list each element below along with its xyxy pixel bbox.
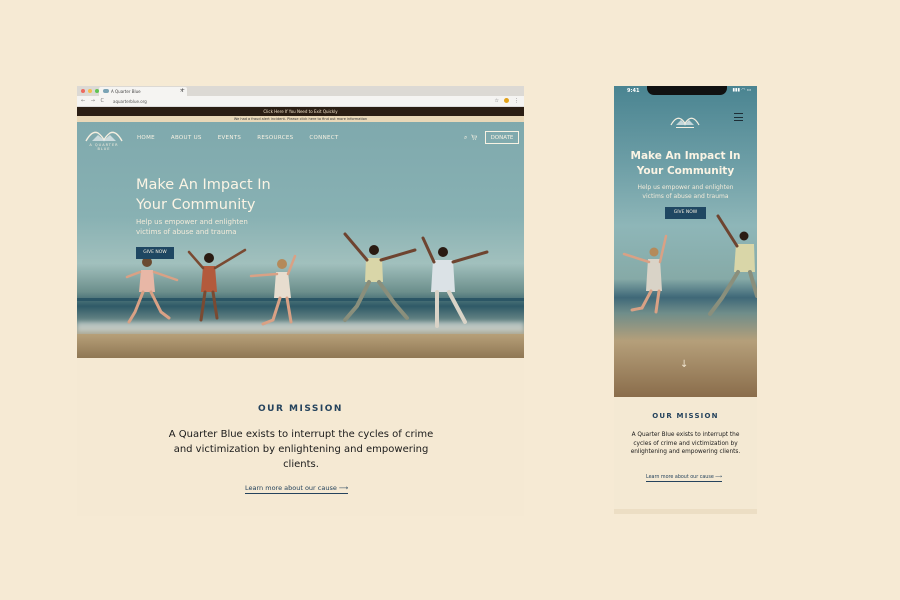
nav-item-connect[interactable]: CONNECT [309,135,338,141]
hero-photo-people [125,232,489,328]
browser-menu-icon[interactable]: ⋮ [514,98,519,104]
donate-button[interactable]: DONATE [485,131,519,144]
phone-hero-title: Make An Impact In Your Community [630,150,741,177]
search-icon[interactable]: ⌕ [464,134,467,142]
header-icons: ⌕ [464,134,478,142]
minimize-window-button[interactable] [88,89,92,93]
mission-text: A Quarter Blue exists to interrupt the c… [168,429,434,470]
phone-mockup: 9:41 ▮▮▮ ◠ ▭ Make An Impact In Your Comm… [614,86,757,514]
hero-title: Make An Impact In Your Community [136,177,271,213]
phone-mission-section: OUR MISSION A Quarter Blue exists to int… [614,397,757,514]
cart-icon[interactable] [471,134,478,142]
desktop-browser-mockup: A Quarter Blue × + ← → C aquarterblue.or… [77,86,524,516]
nav-item-resources[interactable]: RESOURCES [257,135,293,141]
jumping-person-3 [249,254,297,326]
phone-mission-text: A Quarter Blue exists to interrupt the c… [630,432,741,455]
browser-tab-bar: A Quarter Blue × + [77,86,524,96]
nav-item-about-us[interactable]: ABOUT US [171,135,202,141]
phone-hero-subtitle: Help us empower and enlighten victims of… [637,184,734,200]
cart-glyph [471,134,478,140]
phone-mission-title: OUR MISSION [652,412,719,420]
status-time: 9:41 [627,88,640,94]
phone-give-now-button[interactable]: GIVE NOW [665,207,706,219]
window-controls [81,89,99,93]
give-now-button[interactable]: GIVE NOW [136,247,174,259]
quick-exit-bar[interactable]: Click Here If You Need to Exit Quickly [77,107,524,116]
nav-item-home[interactable]: HOME [137,135,155,141]
phone-notch [647,86,727,95]
browser-tab[interactable]: A Quarter Blue × [99,87,187,96]
scroll-down-arrow-icon[interactable]: ↓ [680,359,688,370]
favicon-icon [103,89,109,93]
nav-item-events[interactable]: EVENTS [218,135,241,141]
phone-jumping-person-2 [708,214,757,316]
hamburger-menu-icon[interactable] [734,113,743,124]
phone-logo-icon[interactable] [670,115,700,131]
logo-wordmark: A QUARTER BLUE [89,143,119,151]
learn-more-link[interactable]: Learn more about our cause ⟶ [245,484,349,494]
url-field[interactable]: aquarterblue.org [113,99,147,104]
new-tab-button[interactable]: + [180,87,185,94]
mission-section: OUR MISSION A Quarter Blue exists to int… [77,358,524,516]
phone-learn-more-link[interactable]: Learn more about our cause ⟶ [646,475,723,482]
bookmark-star-icon[interactable]: ☆ [495,98,499,104]
jumping-person-5 [421,236,489,328]
hero-subtitle: Help us empower and enlighten victims of… [136,218,248,236]
jumping-person-4 [343,232,417,322]
jumping-person-1 [125,257,179,324]
tab-title: A Quarter Blue [111,89,141,94]
jumping-person-2 [187,248,247,322]
site-header: A QUARTER BLUE HOME ABOUT US EVENTS RESO… [77,122,524,154]
main-nav: HOME ABOUT US EVENTS RESOURCES CONNECT [137,135,339,141]
phone-jumping-person-1 [622,234,668,314]
close-window-button[interactable] [81,89,85,93]
phone-section-divider [614,509,757,514]
hands-heart-logo-icon [85,131,123,142]
hero-section: A QUARTER BLUE HOME ABOUT US EVENTS RESO… [77,122,524,358]
status-icons: ▮▮▮ ◠ ▭ [732,88,751,93]
phone-status-bar: 9:41 ▮▮▮ ◠ ▭ [614,86,757,96]
extension-icon[interactable] [504,98,509,103]
address-bar: ← → C aquarterblue.org ☆ ⋮ [77,96,524,107]
site-logo[interactable]: A QUARTER BLUE [84,128,124,151]
nav-buttons[interactable]: ← → C [81,98,106,104]
mission-title: OUR MISSION [258,404,343,414]
phone-hero-section: 9:41 ▮▮▮ ◠ ▭ Make An Impact In Your Comm… [614,86,757,397]
address-bar-icons: ☆ ⋮ [495,98,519,104]
phone-hero-photo-people [622,214,757,316]
